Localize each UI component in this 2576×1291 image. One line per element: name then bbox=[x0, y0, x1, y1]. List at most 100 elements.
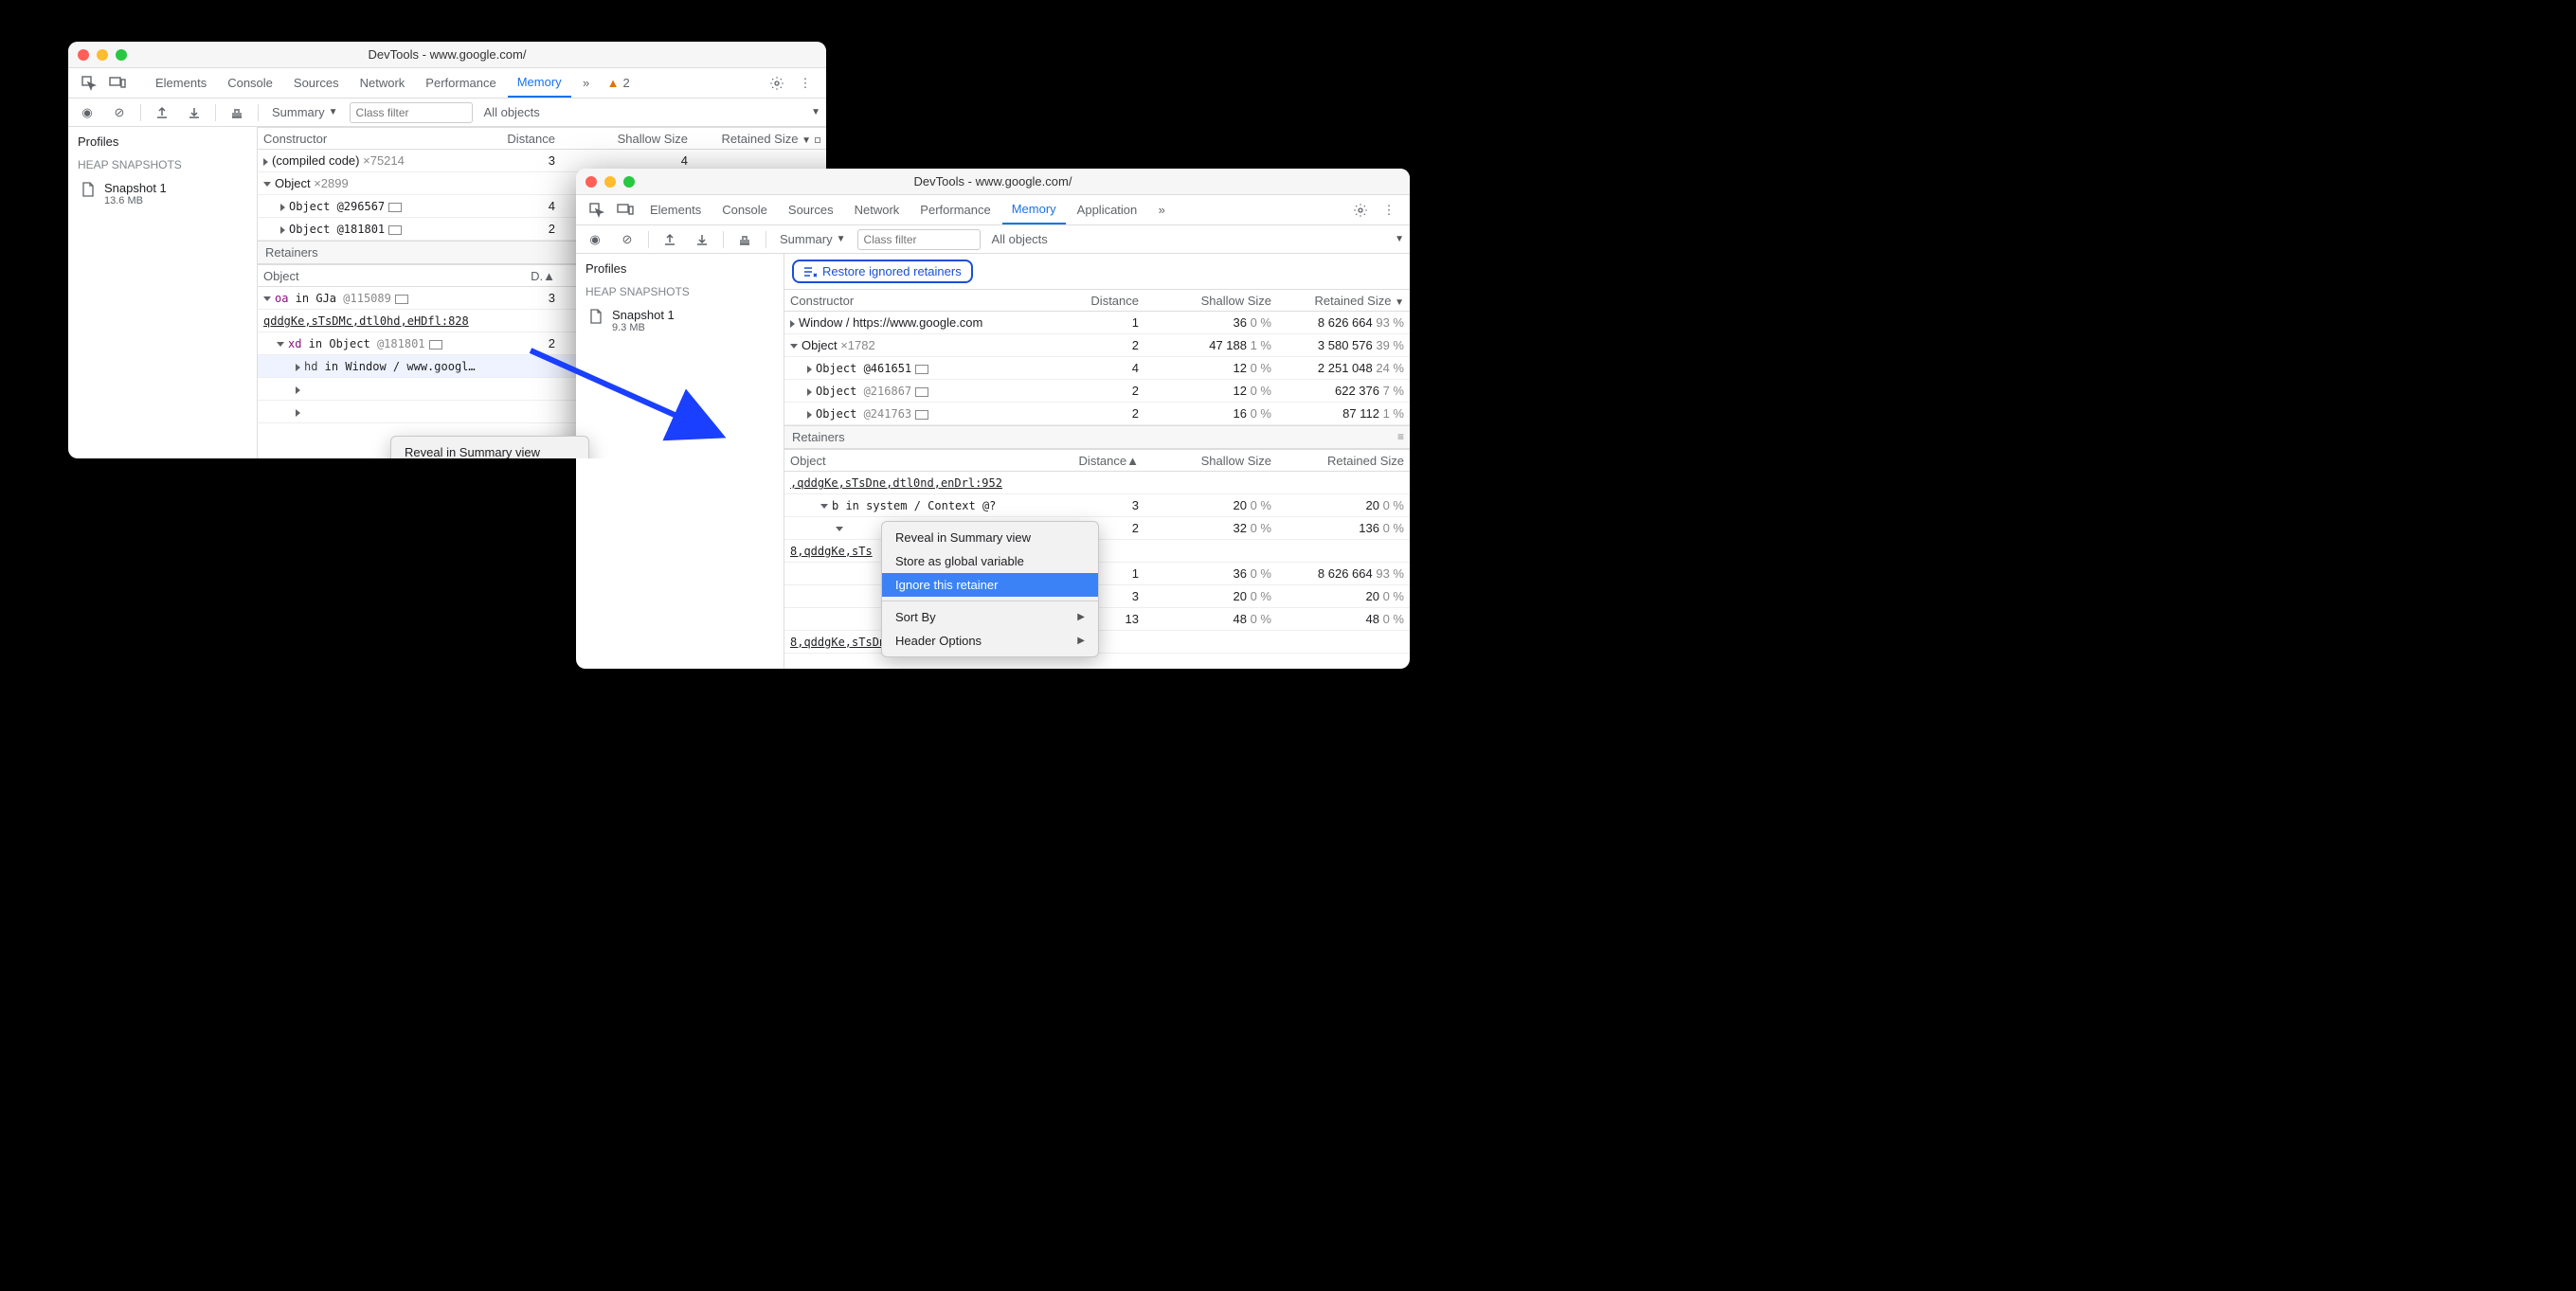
col-distance[interactable]: Distance▲ bbox=[1069, 451, 1144, 471]
col-d[interactable]: D.▲ bbox=[508, 266, 561, 286]
snapshot-name: Snapshot 1 bbox=[104, 181, 167, 195]
retainer-row[interactable]: b in system / Context @?320 0 %20 0 % bbox=[784, 494, 1410, 517]
col-retained[interactable]: Retained Size ▼ bbox=[694, 129, 826, 149]
tab-elements[interactable]: Elements bbox=[146, 68, 216, 98]
panel-icon bbox=[388, 225, 402, 235]
constructor-header: Constructor Distance Shallow Size Retain… bbox=[784, 289, 1410, 312]
col-constructor[interactable]: Constructor bbox=[258, 129, 485, 149]
snapshot-size: 9.3 MB bbox=[612, 322, 675, 333]
close-icon[interactable] bbox=[78, 49, 89, 61]
settings-icon[interactable] bbox=[1347, 195, 1374, 224]
tab-network[interactable]: Network bbox=[351, 68, 415, 98]
tab-network[interactable]: Network bbox=[845, 195, 910, 224]
col-retained[interactable]: Retained Size ▼ bbox=[1277, 291, 1410, 311]
col-shallow[interactable]: Shallow Size bbox=[1144, 291, 1277, 311]
menu-header-options[interactable]: Header Options▶ bbox=[882, 629, 1098, 653]
hamburger-icon[interactable]: ≡ bbox=[1397, 430, 1404, 443]
col-shallow[interactable]: Shallow Size bbox=[561, 129, 694, 149]
snapshot-item[interactable]: Snapshot 1 13.6 MB bbox=[78, 177, 247, 210]
tab-memory[interactable]: Memory bbox=[1002, 195, 1066, 224]
device-icon[interactable] bbox=[612, 195, 639, 224]
zoom-icon[interactable] bbox=[116, 49, 127, 61]
class-filter-input[interactable] bbox=[857, 229, 981, 250]
inspect-icon[interactable] bbox=[76, 68, 102, 98]
inspect-icon[interactable] bbox=[584, 195, 610, 224]
restore-ignored-retainers-button[interactable]: Restore ignored retainers bbox=[792, 260, 973, 283]
col-distance[interactable]: Distance bbox=[485, 129, 561, 149]
gc-icon[interactable] bbox=[224, 106, 250, 119]
panel-icon bbox=[388, 203, 402, 212]
import-icon[interactable] bbox=[689, 233, 715, 246]
col-retained[interactable]: Retained Size bbox=[1277, 451, 1410, 471]
menu-sort-by[interactable]: Sort By▶ bbox=[882, 605, 1098, 629]
retainer-row[interactable]: ,qddgKe,sTsDne,dtl0nd,enDrl:952 bbox=[784, 472, 1410, 494]
col-shallow[interactable]: Shallow Size bbox=[1144, 451, 1277, 471]
tab-memory[interactable]: Memory bbox=[508, 68, 571, 98]
tab-console[interactable]: Console bbox=[712, 195, 777, 224]
objects-select[interactable]: All objects bbox=[986, 232, 1054, 246]
tab-console[interactable]: Console bbox=[218, 68, 282, 98]
view-select-label: Summary bbox=[780, 232, 833, 246]
export-icon[interactable] bbox=[149, 106, 175, 119]
minimize-icon[interactable] bbox=[604, 176, 616, 188]
gc-icon[interactable] bbox=[731, 233, 758, 246]
tab-performance[interactable]: Performance bbox=[416, 68, 505, 98]
view-select[interactable]: Summary ▼ bbox=[266, 105, 344, 119]
retainers-title: Retainers ≡ bbox=[784, 425, 1410, 449]
sidebar-section: HEAP SNAPSHOTS bbox=[585, 285, 774, 298]
class-filter-input[interactable] bbox=[350, 102, 473, 123]
chevron-right-icon: ▶ bbox=[1077, 612, 1085, 622]
objects-label: All objects bbox=[484, 105, 540, 119]
close-icon[interactable] bbox=[585, 176, 597, 188]
col-constructor[interactable]: Constructor bbox=[784, 291, 1069, 311]
sidebar: Profiles HEAP SNAPSHOTS Snapshot 1 9.3 M… bbox=[576, 254, 784, 669]
more-tabs-icon[interactable]: » bbox=[1148, 195, 1175, 224]
minimize-icon[interactable] bbox=[97, 49, 108, 61]
tab-application[interactable]: Application bbox=[1068, 195, 1147, 224]
more-tabs-icon[interactable]: » bbox=[573, 68, 600, 98]
record-icon[interactable]: ◉ bbox=[74, 105, 100, 120]
tab-performance[interactable]: Performance bbox=[910, 195, 1000, 224]
record-icon[interactable]: ◉ bbox=[582, 232, 608, 247]
devtools-window-right: DevTools - www.google.com/ Elements Cons… bbox=[576, 169, 1410, 669]
menu-reveal[interactable]: Reveal in Summary view bbox=[882, 526, 1098, 549]
clear-icon[interactable]: ⊘ bbox=[106, 105, 133, 120]
col-object[interactable]: Object bbox=[258, 266, 508, 286]
sidebar: Profiles HEAP SNAPSHOTS Snapshot 1 13.6 … bbox=[68, 127, 258, 458]
kebab-icon[interactable]: ⋮ bbox=[1376, 195, 1402, 224]
import-icon[interactable] bbox=[181, 106, 207, 119]
warning-badge[interactable]: ▲ 2 bbox=[602, 68, 636, 98]
constructor-row[interactable]: Object @216867212 0 %622 376 7 % bbox=[784, 380, 1410, 403]
export-icon[interactable] bbox=[657, 233, 683, 246]
menu-store-global[interactable]: Store as global variable bbox=[882, 549, 1098, 573]
menu-reveal[interactable]: Reveal in Summary view bbox=[391, 440, 588, 458]
objects-select[interactable]: All objects bbox=[478, 105, 546, 119]
tab-sources[interactable]: Sources bbox=[284, 68, 349, 98]
zoom-icon[interactable] bbox=[623, 176, 635, 188]
window-title: DevTools - www.google.com/ bbox=[78, 47, 817, 62]
sidebar-profiles: Profiles bbox=[585, 261, 774, 276]
clear-icon[interactable]: ⊘ bbox=[614, 232, 640, 247]
panel-icon bbox=[395, 295, 408, 304]
chevron-down-icon[interactable]: ▼ bbox=[1395, 234, 1404, 244]
snapshot-item[interactable]: Snapshot 1 9.3 MB bbox=[585, 304, 774, 337]
context-menu: Reveal in Summary view Store as global v… bbox=[390, 436, 589, 458]
warning-count: 2 bbox=[623, 76, 630, 90]
device-icon[interactable] bbox=[104, 68, 131, 98]
settings-icon[interactable] bbox=[764, 68, 790, 98]
chevron-down-icon[interactable]: ▼ bbox=[811, 107, 820, 117]
warning-icon: ▲ bbox=[607, 76, 620, 90]
constructor-row[interactable]: Object ×1782247 188 1 %3 580 576 39 % bbox=[784, 334, 1410, 357]
col-distance[interactable]: Distance bbox=[1069, 291, 1144, 311]
tab-elements[interactable]: Elements bbox=[640, 195, 711, 224]
view-select[interactable]: Summary ▼ bbox=[774, 232, 852, 246]
col-object[interactable]: Object bbox=[784, 451, 1069, 471]
constructor-row[interactable]: Window / https://www.google.com136 0 %8 … bbox=[784, 312, 1410, 334]
tab-sources[interactable]: Sources bbox=[779, 195, 843, 224]
constructor-row[interactable]: Object @461651412 0 %2 251 048 24 % bbox=[784, 357, 1410, 380]
constructor-row[interactable]: Object @241763216 0 %87 112 1 % bbox=[784, 403, 1410, 425]
titlebar[interactable]: DevTools - www.google.com/ bbox=[576, 169, 1410, 195]
menu-ignore-retainer[interactable]: Ignore this retainer bbox=[882, 573, 1098, 597]
kebab-icon[interactable]: ⋮ bbox=[792, 68, 819, 98]
titlebar[interactable]: DevTools - www.google.com/ bbox=[68, 42, 826, 68]
